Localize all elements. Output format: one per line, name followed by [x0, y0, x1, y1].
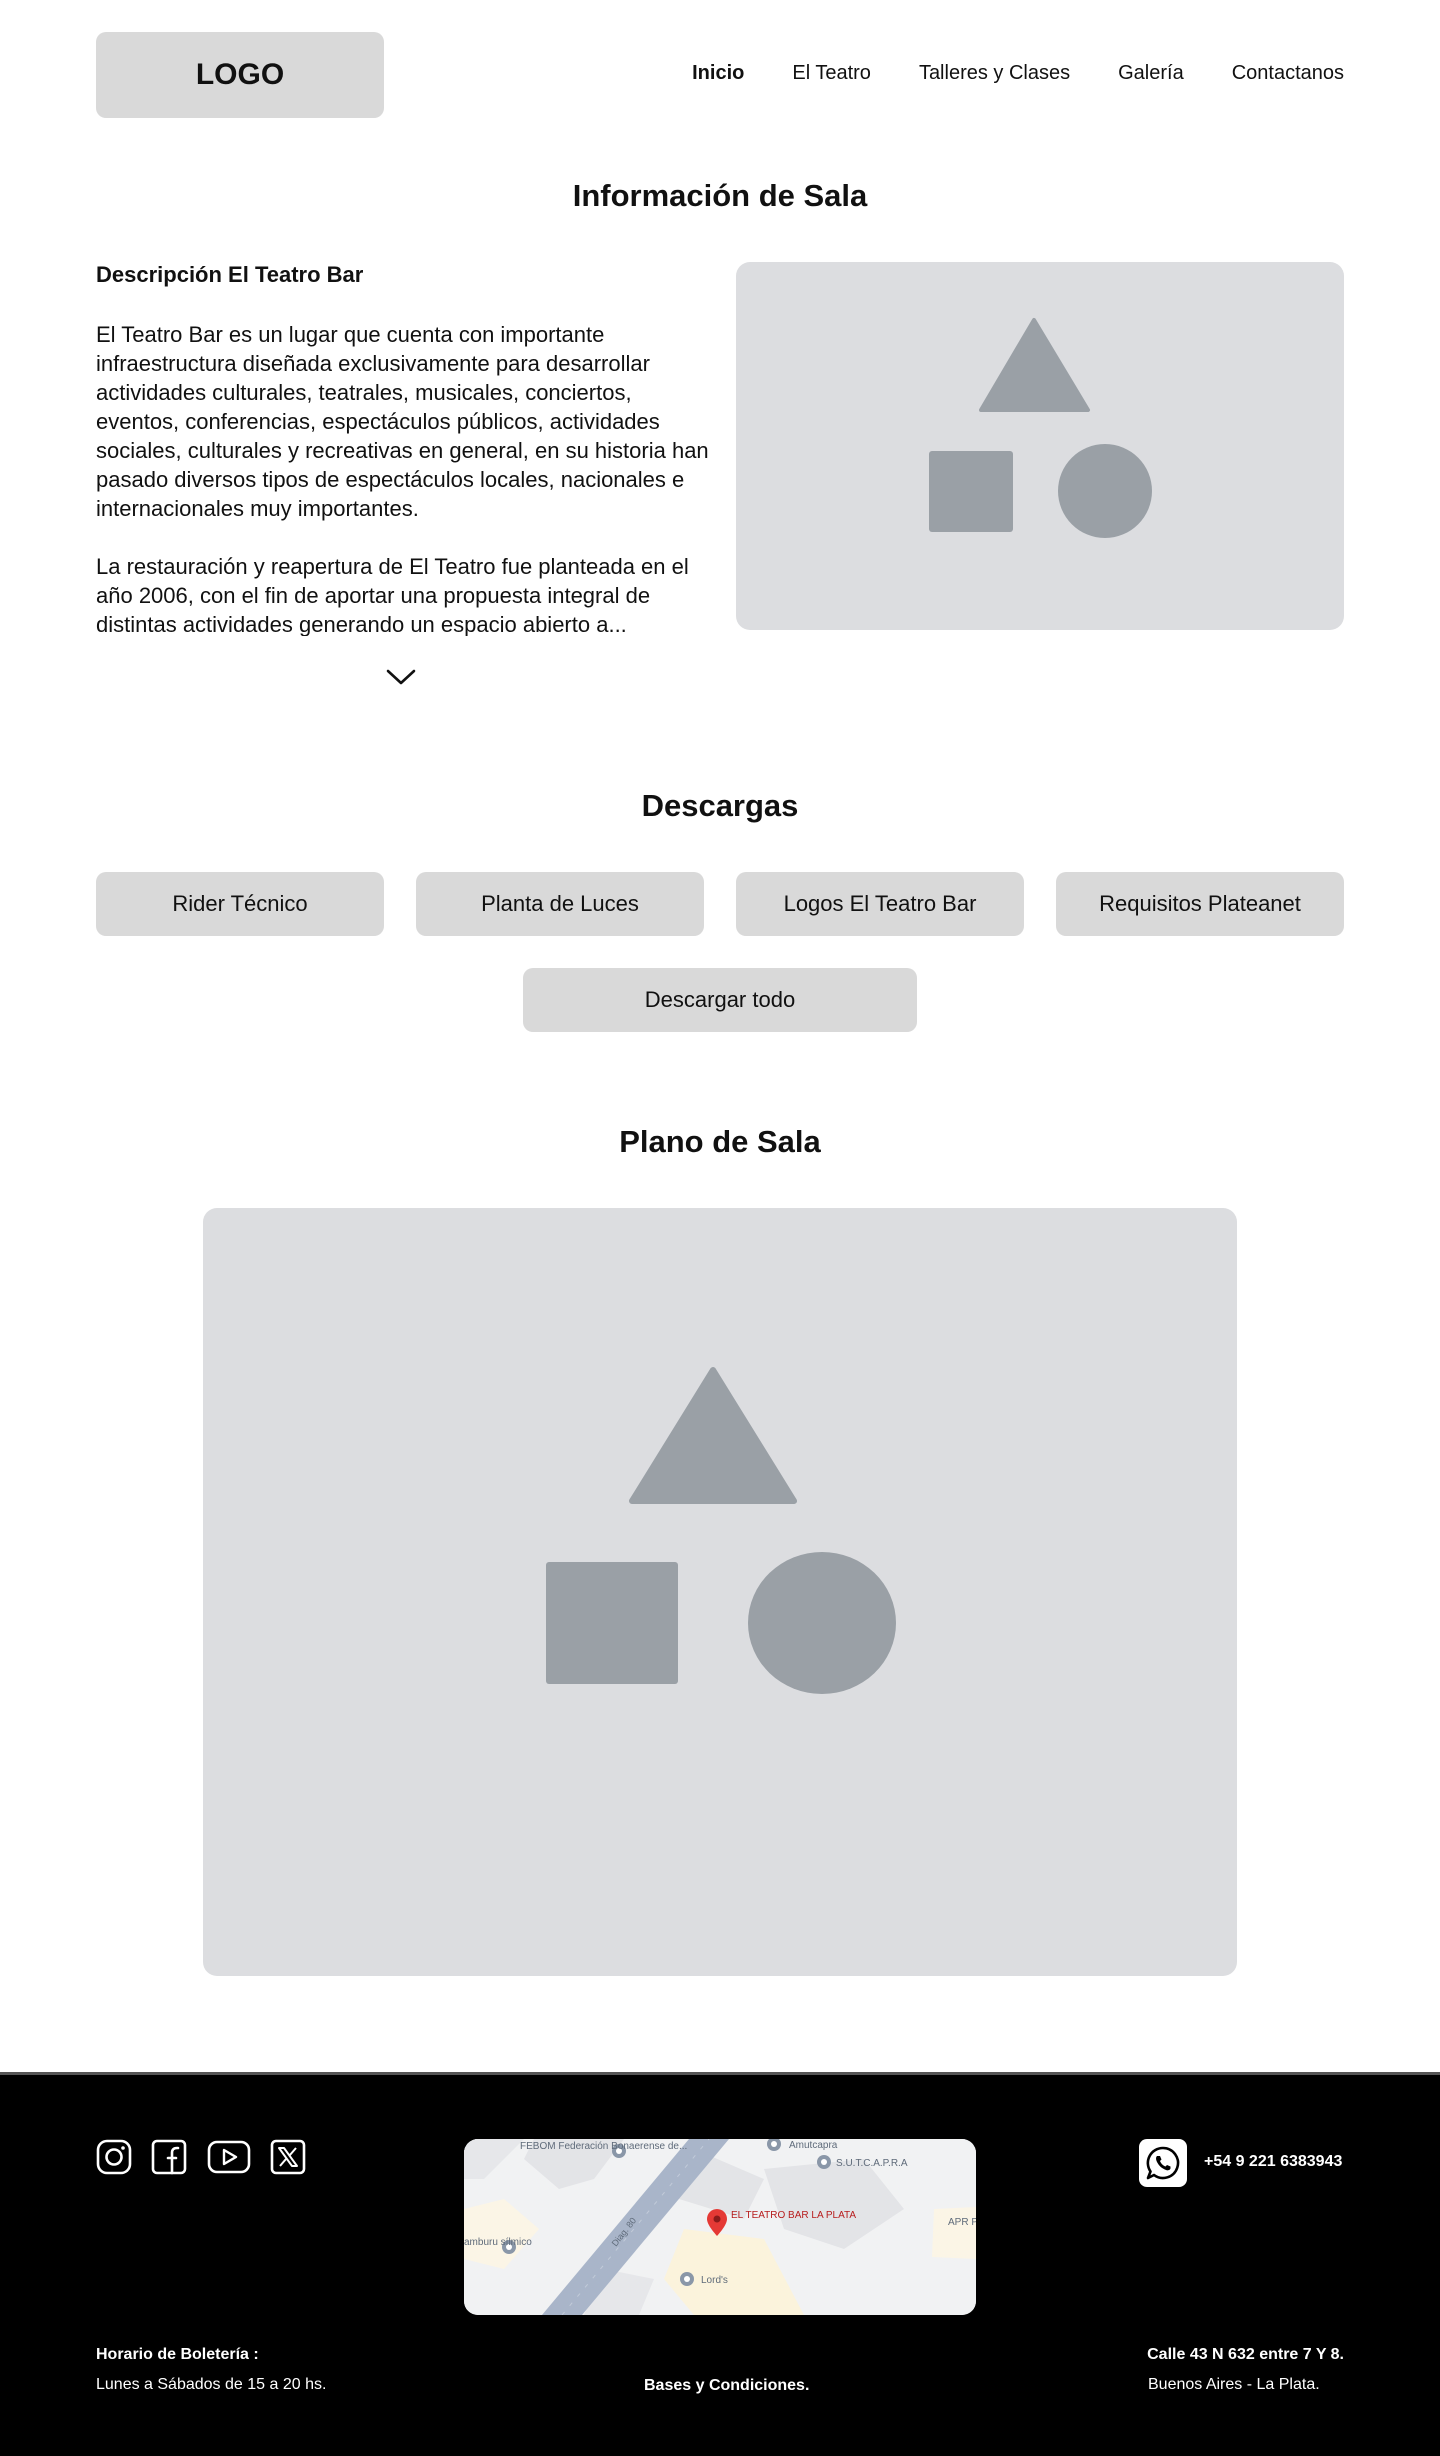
x-icon[interactable] [270, 2139, 306, 2175]
download-logos-button[interactable]: Logos El Teatro Bar [736, 872, 1024, 936]
instagram-icon[interactable] [96, 2139, 132, 2175]
nav-el-teatro[interactable]: El Teatro [792, 62, 871, 85]
whatsapp-button[interactable] [1139, 2139, 1187, 2187]
main-nav: Inicio El Teatro Talleres y Clases Galer… [692, 62, 1344, 85]
description-paragraph: La restauración y reapertura de El Teatr… [96, 554, 689, 636]
description-paragraph: El Teatro Bar es un lugar que cuenta con… [96, 322, 709, 521]
chevron-down-icon[interactable] [384, 666, 418, 688]
plano-image-placeholder [203, 1208, 1237, 1976]
description-text: El Teatro Bar es un lugar que cuenta con… [96, 320, 712, 636]
footer: FEBOM Federación Bonaerense de... Amutca… [0, 2072, 1440, 2456]
map-label: EL TEATRO BAR LA PLATA [731, 2210, 856, 2221]
map-label: Amutcapra [789, 2140, 838, 2151]
map-label: S.U.T.C.A.P.R.A [836, 2158, 908, 2169]
map-icon: FEBOM Federación Bonaerense de... Amutca… [464, 2139, 976, 2315]
download-all-button[interactable]: Descargar todo [523, 968, 917, 1032]
address-line-2: Buenos Aires - La Plata. [1148, 2376, 1320, 2393]
nav-talleres-y-clases[interactable]: Talleres y Clases [919, 62, 1070, 85]
facebook-icon[interactable] [151, 2139, 187, 2175]
location-map[interactable]: FEBOM Federación Bonaerense de... Amutca… [464, 2139, 976, 2315]
map-label: Lord's [701, 2275, 728, 2286]
plan-section-title: Plano de Sala [619, 1124, 821, 1159]
map-label: APR Pro N [948, 2217, 976, 2228]
info-section-title: Información de Sala [572, 178, 868, 213]
terms-link[interactable]: Bases y Condiciones. [644, 2377, 809, 2395]
address-line-1: Calle 43 N 632 entre 7 Y 8. [1147, 2346, 1344, 2363]
map-label: FEBOM Federación Bonaerense de... [520, 2141, 687, 2152]
download-requisitos-plateanet-button[interactable]: Requisitos Plateanet [1056, 872, 1344, 936]
phone-number[interactable]: +54 9 221 6383943 [1204, 2153, 1342, 2171]
sala-image-placeholder [736, 262, 1344, 630]
nav-galeria[interactable]: Galería [1118, 62, 1184, 85]
nav-contactanos[interactable]: Contactanos [1232, 62, 1344, 85]
description-heading: Descripción El Teatro Bar [96, 262, 364, 287]
map-label: amburu sílmico [464, 2237, 532, 2248]
youtube-icon[interactable] [207, 2139, 251, 2175]
download-rider-tecnico-button[interactable]: Rider Técnico [96, 872, 384, 936]
nav-inicio[interactable]: Inicio [692, 62, 744, 85]
hours-value: Lunes a Sábados de 15 a 20 hs. [96, 2376, 327, 2393]
hours-label: Horario de Boletería : [96, 2346, 259, 2363]
image-placeholder-icon [929, 318, 1152, 538]
downloads-section-title: Descargas [641, 788, 799, 823]
image-placeholder-icon [546, 1367, 896, 1694]
logo[interactable]: LOGO [96, 32, 384, 118]
whatsapp-icon [1146, 2146, 1180, 2180]
download-planta-de-luces-button[interactable]: Planta de Luces [416, 872, 704, 936]
